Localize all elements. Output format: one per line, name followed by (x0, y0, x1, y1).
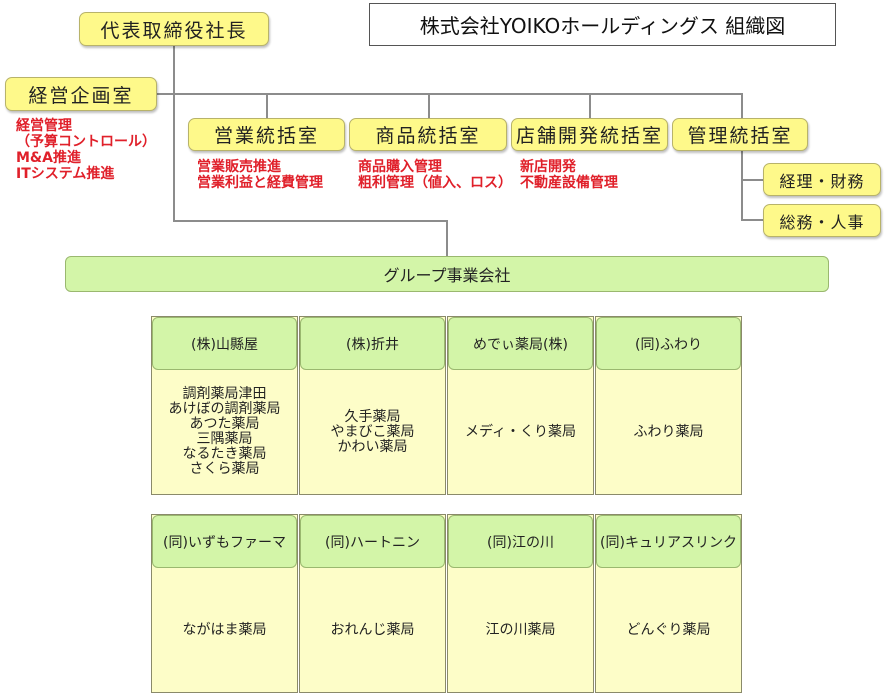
connector-div3 (589, 93, 591, 119)
division-admin-box: 管理統括室 (672, 118, 808, 151)
division-sales-duties: 営業販売推進 営業利益と経費管理 (197, 159, 323, 191)
company-name: (同)キュリアスリンク (596, 515, 741, 568)
company-card: (同)いずもファーマ ながはま薬局 (151, 514, 298, 693)
connector-ceo-vertical (173, 44, 175, 222)
company-card: めでぃ薬局(株) メディ・くり薬局 (447, 316, 594, 495)
company-name: (同)ハートニン (300, 515, 445, 568)
company-name: (同)江の川 (448, 515, 593, 568)
connector-div1 (266, 93, 268, 119)
chart-title: 株式会社YOIKOホールディングス 組織図 (369, 3, 836, 46)
connector-admin-sub2 (741, 219, 763, 221)
connector-admin-vertical (741, 149, 743, 221)
connector-admin-sub1 (741, 179, 763, 181)
company-stores: ながはま薬局 (182, 621, 267, 638)
company-stores: 調剤薬局津田 あけぼの調剤薬局 あつた薬局 三隅薬局 なるたき薬局 さくら薬局 (168, 386, 281, 477)
company-stores: ふわり薬局 (633, 423, 704, 440)
connector-group-horizontal (173, 220, 448, 222)
admin-subunit-hr: 総務・人事 (763, 204, 881, 237)
division-store-dev-box: 店舗開発統括室 (511, 118, 668, 151)
division-merchandise-duties: 商品購入管理 粗利管理（値入、ロス） (358, 159, 512, 191)
company-card: (同)ふわり ふわり薬局 (595, 316, 742, 495)
company-name: (株)折井 (300, 317, 445, 370)
company-card: (株)折井 久手薬局 やまびこ薬局 かわい薬局 (299, 316, 446, 495)
company-stores: メディ・くり薬局 (464, 423, 577, 440)
planning-office-box: 経営企画室 (5, 77, 157, 111)
connector-group-vertical (446, 220, 448, 256)
division-sales-box: 営業統括室 (188, 118, 345, 151)
company-name: (同)ふわり (596, 317, 741, 370)
company-name: (同)いずもファーマ (152, 515, 297, 568)
connector-div4 (741, 93, 743, 119)
company-stores: どんぐり薬局 (626, 621, 711, 638)
connector-div2 (428, 93, 430, 119)
company-card: (同)キュリアスリンク どんぐり薬局 (595, 514, 742, 693)
connector-main-horizontal (157, 93, 743, 95)
admin-subunit-accounting: 経理・財務 (763, 163, 881, 196)
planning-office-duties: 経営管理 （予算コントロール） M&A推進 ITシステム推進 (16, 118, 156, 182)
division-merchandise-box: 商品統括室 (349, 118, 507, 151)
company-stores: おれんじ薬局 (330, 621, 415, 638)
company-card: (同)江の川 江の川薬局 (447, 514, 594, 693)
company-stores: 江の川薬局 (485, 621, 556, 638)
company-card: (同)ハートニン おれんじ薬局 (299, 514, 446, 693)
company-stores: 久手薬局 やまびこ薬局 かわい薬局 (330, 408, 415, 455)
company-name: めでぃ薬局(株) (448, 317, 593, 370)
group-companies-bar: グループ事業会社 (65, 256, 829, 292)
ceo-box: 代表取締役社長 (79, 12, 269, 46)
company-card: (株)山縣屋 調剤薬局津田 あけぼの調剤薬局 あつた薬局 三隅薬局 なるたき薬局… (151, 316, 298, 495)
division-store-dev-duties: 新店開発 不動産設備管理 (520, 159, 618, 191)
company-name: (株)山縣屋 (152, 317, 297, 370)
